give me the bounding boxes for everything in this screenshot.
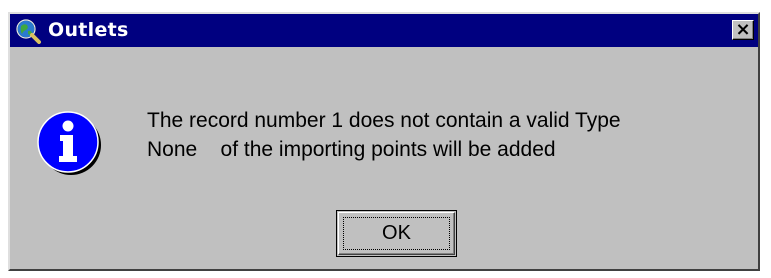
window-title: Outlets: [48, 19, 129, 41]
ok-button[interactable]: OK: [336, 210, 457, 257]
ok-button-label: OK: [382, 222, 411, 244]
message-line-2: None of the importing points will be add…: [147, 138, 556, 161]
info-icon: [37, 111, 101, 175]
message-dialog: Outlets × The record number 1 does not c…: [8, 12, 760, 271]
message-text: The record number 1 does not contain a v…: [147, 106, 621, 164]
close-button[interactable]: ×: [732, 20, 754, 40]
message-line-1: The record number 1 does not contain a v…: [147, 109, 621, 132]
title-bar[interactable]: Outlets ×: [10, 14, 758, 47]
globe-magnifier-icon: [16, 19, 41, 44]
